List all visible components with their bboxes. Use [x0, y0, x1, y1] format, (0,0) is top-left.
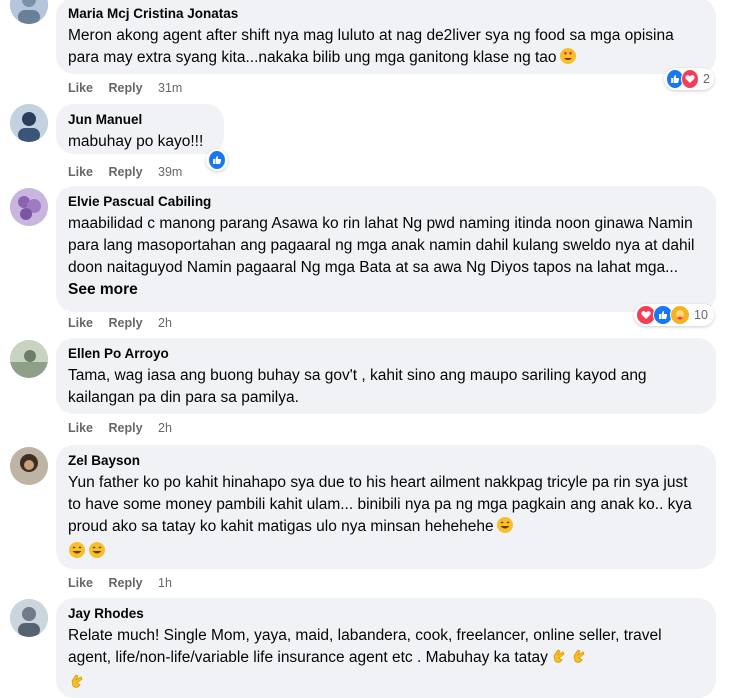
comment-timestamp[interactable]: 2h — [158, 421, 172, 435]
like-icon — [208, 150, 226, 170]
comment-text: maabilidad c manong parang Asawa ko rin … — [68, 213, 704, 301]
comment-timestamp[interactable]: 1h — [158, 576, 172, 590]
comment-bubble: Zel Bayson Yun father ko po kahit hinaha… — [56, 445, 716, 569]
avatar[interactable] — [10, 0, 48, 24]
comment-author[interactable]: Maria Mcj Cristina Jonatas — [68, 5, 704, 23]
comment-text-body: Yun father ko po kahit hinahapo sya due … — [68, 474, 692, 535]
comment-bubble: Maria Mcj Cristina Jonatas Meron akong a… — [56, 0, 716, 74]
comment-text-body: Meron akong agent after shift nya mag lu… — [68, 27, 674, 66]
comment-timestamp[interactable]: 2h — [158, 316, 172, 330]
avatar[interactable] — [10, 599, 48, 637]
reaction-summary[interactable]: 10 — [634, 304, 714, 326]
comment-text: Meron akong agent after shift nya mag lu… — [68, 25, 704, 72]
see-more-link[interactable]: See more — [68, 281, 138, 298]
comment-bubble: Elvie Pascual Cabiling maabilidad c mano… — [56, 186, 716, 312]
reply-button[interactable]: Reply — [109, 576, 143, 590]
like-button[interactable]: Like — [68, 576, 93, 590]
reaction-count: 10 — [694, 308, 708, 322]
comment-text: Relate much! Single Mom, yaya, maid, lab… — [68, 625, 704, 697]
grinning-emoji-icon — [496, 516, 514, 541]
clapping-hands-emoji-icon — [68, 672, 86, 697]
comment-bubble: Ellen Po Arroyo Tama, wag iasa ang buong… — [56, 338, 716, 414]
heart-eyes-emoji-icon — [559, 47, 577, 72]
care-icon — [670, 305, 690, 325]
reply-button[interactable]: Reply — [109, 81, 143, 95]
comment-actions: Like Reply 2h — [68, 420, 184, 436]
comment-author[interactable]: Zel Bayson — [68, 452, 704, 470]
comment-text: mabuhay po kayo!!! — [68, 133, 204, 150]
avatar[interactable] — [10, 188, 48, 226]
avatar[interactable] — [10, 104, 48, 142]
comment-author[interactable]: Jun Manuel — [68, 111, 212, 129]
comment-author[interactable]: Ellen Po Arroyo — [68, 345, 704, 363]
comment-bubble: Jay Rhodes Relate much! Single Mom, yaya… — [56, 598, 716, 698]
comment-timestamp[interactable]: 31m — [158, 81, 182, 95]
comment-author[interactable]: Jay Rhodes — [68, 605, 704, 623]
comment-text-body: maabilidad c manong parang Asawa ko rin … — [68, 215, 695, 276]
love-icon — [681, 69, 700, 89]
like-button[interactable]: Like — [68, 316, 93, 330]
clapping-hands-emoji-icon — [550, 647, 568, 672]
comment-actions: Like Reply 1h — [68, 575, 184, 591]
comment-bubble: Jun Manuel mabuhay po kayo!!! — [56, 104, 224, 154]
like-button[interactable]: Like — [68, 421, 93, 435]
reaction-count: 2 — [703, 72, 710, 86]
comment-text: Yun father ko po kahit hinahapo sya due … — [68, 472, 704, 566]
like-button[interactable]: Like — [68, 81, 93, 95]
comment-actions: Like Reply 31m — [68, 80, 194, 96]
reaction-summary[interactable] — [206, 149, 228, 171]
comment-author[interactable]: Elvie Pascual Cabiling — [68, 193, 704, 211]
comment-actions: Like Reply 2h — [68, 315, 184, 331]
grinning-emoji-icon — [88, 541, 106, 566]
reply-button[interactable]: Reply — [109, 421, 143, 435]
reply-button[interactable]: Reply — [109, 165, 143, 179]
reaction-summary[interactable]: 2 — [664, 68, 714, 90]
comment-timestamp[interactable]: 39m — [158, 165, 182, 179]
clapping-hands-emoji-icon — [570, 647, 588, 672]
avatar[interactable] — [10, 340, 48, 378]
comment-actions: Like Reply 39m — [68, 164, 194, 180]
comment-text: Tama, wag iasa ang buong buhay sa gov't … — [68, 367, 647, 406]
reply-button[interactable]: Reply — [109, 316, 143, 330]
grinning-emoji-icon — [68, 541, 86, 566]
like-button[interactable]: Like — [68, 165, 93, 179]
avatar[interactable] — [10, 447, 48, 485]
